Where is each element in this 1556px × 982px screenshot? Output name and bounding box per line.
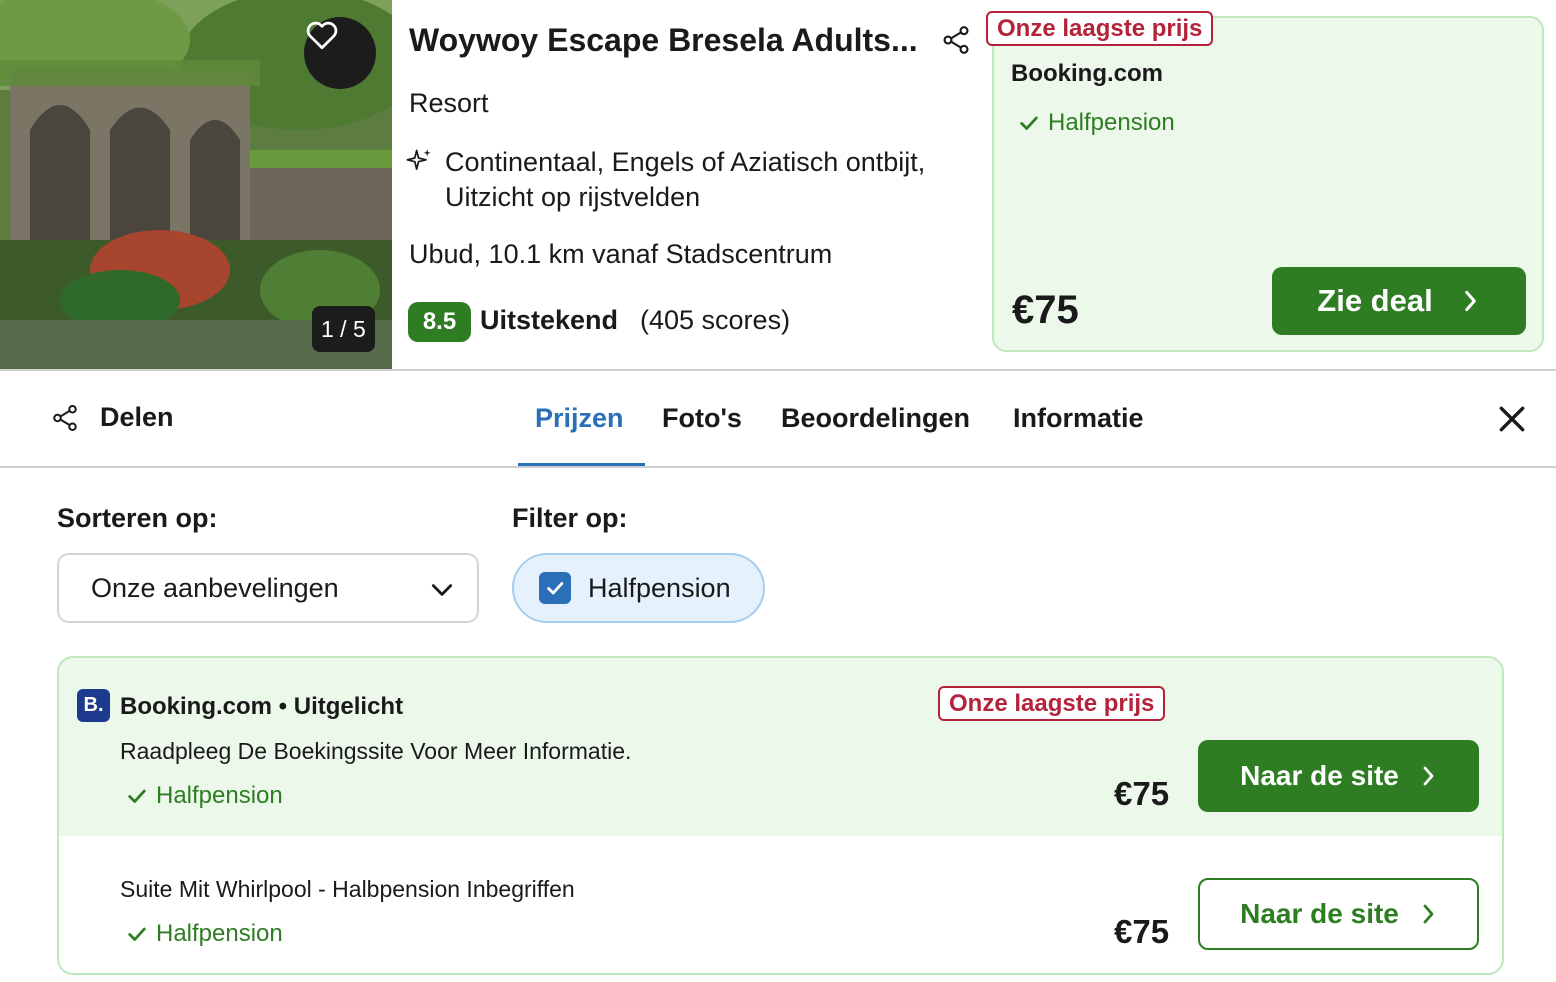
offer-provider: Booking.com • Uitgelicht xyxy=(120,693,404,720)
deal-feature: Halfpension xyxy=(1018,109,1175,137)
rating-score-badge: 8.5 xyxy=(408,302,471,342)
deal-provider: Booking.com xyxy=(1011,60,1164,87)
favorite-button[interactable] xyxy=(304,17,376,89)
close-icon[interactable] xyxy=(1496,403,1528,435)
filter-label: Filter op: xyxy=(512,503,628,533)
offer-feature-label: Halfpension xyxy=(156,782,283,809)
see-deal-button[interactable]: Zie deal xyxy=(1272,267,1526,335)
booking-logo: B. xyxy=(77,689,110,722)
photo-counter: 1 / 5 xyxy=(312,306,375,352)
hotel-amenities: Continentaal, Engels of Aziatisch ontbij… xyxy=(445,147,926,212)
sort-dropdown-value: Onze aanbevelingen xyxy=(91,572,339,603)
share-icon[interactable] xyxy=(940,24,972,56)
share-icon xyxy=(53,404,77,431)
see-deal-label: Zie deal xyxy=(1317,283,1433,318)
offer-feature: Halfpension xyxy=(126,782,283,810)
chevron-right-icon xyxy=(1423,766,1434,786)
hotel-photo[interactable]: 1 / 5 xyxy=(0,0,392,369)
offer-row-featured: B. Booking.com • Uitgelicht Onze laagste… xyxy=(59,658,1502,836)
filter-chip-halfpension[interactable]: Halfpension xyxy=(512,553,765,623)
go-to-site-label: Naar de site xyxy=(1240,898,1399,929)
offers-list: B. Booking.com • Uitgelicht Onze laagste… xyxy=(57,656,1504,975)
offer-description: Suite Mit Whirlpool - Halbpension Inbegr… xyxy=(120,876,575,902)
go-to-site-button[interactable]: Naar de site xyxy=(1198,740,1479,812)
hotel-type: Resort xyxy=(409,88,489,118)
offer-description: Raadpleeg De Boekingssite Voor Meer Info… xyxy=(120,738,632,764)
go-to-site-label: Naar de site xyxy=(1240,760,1399,791)
deal-feature-label: Halfpension xyxy=(1048,109,1175,136)
offer-feature-label: Halfpension xyxy=(156,920,283,947)
share-button[interactable]: Delen xyxy=(50,402,174,433)
tab-fotos[interactable]: Foto's xyxy=(662,403,742,434)
tab-beoordelingen[interactable]: Beoordelingen xyxy=(781,403,970,434)
card-divider xyxy=(0,369,1556,371)
chevron-down-icon xyxy=(431,584,453,596)
sort-label: Sorteren op: xyxy=(57,503,218,533)
check-icon xyxy=(128,789,146,803)
tabbar-divider xyxy=(0,466,1556,468)
sort-dropdown[interactable]: Onze aanbevelingen xyxy=(57,553,479,623)
heart-icon xyxy=(306,21,338,50)
rating-label: Uitstekend xyxy=(480,305,619,335)
tab-informatie[interactable]: Informatie xyxy=(1013,403,1144,434)
sparkle-icon xyxy=(406,149,431,171)
filter-chip-label: Halfpension xyxy=(588,572,731,603)
hotel-title[interactable]: Woywoy Escape Bresela Adults... xyxy=(409,22,918,59)
check-icon xyxy=(1020,116,1038,130)
deal-price: €75 xyxy=(1012,288,1079,332)
hotel-location: Ubud, 10.1 km vanaf Stadscentrum xyxy=(409,239,833,269)
checkbox-checked-icon[interactable] xyxy=(539,572,571,604)
offer-price: €75 xyxy=(1114,913,1170,950)
offer-price: €75 xyxy=(1114,775,1170,812)
chevron-right-icon xyxy=(1464,290,1476,312)
check-icon xyxy=(547,582,564,595)
go-to-site-button[interactable]: Naar de site xyxy=(1198,878,1479,950)
check-icon xyxy=(128,927,146,941)
offer-feature: Halfpension xyxy=(126,920,283,948)
rating-count[interactable]: (405 scores) xyxy=(640,305,790,336)
tab-prijzen[interactable]: Prijzen xyxy=(535,403,624,434)
chevron-right-icon xyxy=(1423,904,1434,924)
lowest-price-badge: Onze laagste prijs xyxy=(986,11,1214,46)
lowest-price-badge: Onze laagste prijs xyxy=(938,686,1166,721)
share-label: Delen xyxy=(100,402,174,432)
